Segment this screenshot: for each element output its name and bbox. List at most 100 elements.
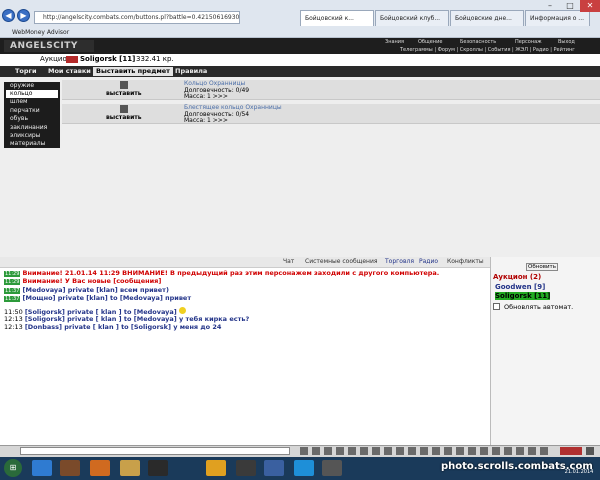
menu-knowledge[interactable]: Знания [385, 38, 404, 46]
refresh-button[interactable]: Обновить [526, 263, 558, 271]
app2-icon[interactable] [264, 460, 284, 476]
toolbar-icon[interactable] [432, 447, 440, 455]
category-boots[interactable]: обувь [6, 115, 58, 123]
close-icon[interactable]: ✕ [580, 0, 600, 12]
toolbar-icon[interactable] [492, 447, 500, 455]
chat-text: [Medovaya] private [klan] всем привет) [22, 286, 169, 294]
toolbar-icon[interactable] [372, 447, 380, 455]
menu-exit[interactable]: Выход [558, 38, 575, 46]
address-bar[interactable]: http://angelscity.combats.com/buttons.pl… [34, 11, 240, 24]
menu-icon[interactable] [586, 447, 594, 455]
clan-icon [66, 56, 78, 63]
chat-line: 11:29 Внимание! 21.01.14 11:29 ВНИМАНИЕ!… [4, 269, 439, 277]
exit-icon[interactable] [560, 447, 582, 455]
chat-tab-system[interactable]: Системные сообщения [302, 258, 380, 266]
menu-security[interactable]: Безопасность [460, 38, 496, 46]
toolbar-icon[interactable] [324, 447, 332, 455]
toolbar-icon[interactable] [360, 447, 368, 455]
favorites-bar[interactable]: WebMoney Advisor [0, 27, 600, 38]
category-weapon[interactable]: оружие [6, 82, 58, 90]
put-item-button[interactable]: выставить [106, 114, 142, 121]
chat-time: 12:13 [4, 315, 23, 323]
toolbar-icon[interactable] [312, 447, 320, 455]
media-icon[interactable] [60, 460, 80, 476]
category-helmet[interactable]: шлем [6, 98, 58, 106]
toolbar-icon[interactable] [504, 447, 512, 455]
secondary-menu[interactable]: Телеграммы | Форум | Скроллы | События |… [400, 46, 575, 54]
item-name[interactable]: Кольцо Охранницы [184, 80, 245, 87]
toolbar-icon[interactable] [384, 447, 392, 455]
tab-rules[interactable]: Правила [172, 67, 210, 76]
chat-line: 11:37 [Мощно] private [klan] to [Medovay… [4, 294, 191, 302]
chat-tab-chat[interactable]: Чат [280, 258, 297, 266]
browser-tab-2[interactable]: Бойцовский клуб... [375, 10, 449, 26]
chat-input[interactable] [20, 447, 290, 455]
toolbar-icon[interactable] [456, 447, 464, 455]
start-icon[interactable]: ⊞ [4, 459, 22, 477]
auto-refresh-checkbox[interactable] [493, 303, 500, 310]
chat-text: Внимание! У Вас новые [сообщения] [22, 277, 162, 285]
taskbar-date: 21.01.2014 [564, 469, 594, 475]
player-entry[interactable]: Goodwen [9] [495, 283, 545, 291]
tab-trading[interactable]: Торги [12, 67, 40, 76]
maximize-icon[interactable]: □ [560, 0, 580, 12]
toolbar-icon[interactable] [516, 447, 524, 455]
taskbar-clock: 21.01.2014 [560, 459, 598, 477]
browser-tab-4[interactable]: Информация о ... [525, 10, 590, 26]
toolbar-icon[interactable] [528, 447, 536, 455]
player-money: 332.41 кр. [136, 55, 174, 63]
app3-icon[interactable] [322, 460, 342, 476]
chat-tabs: Чат Системные сообщения Торговля Радио К… [0, 257, 490, 267]
folder-icon[interactable] [120, 460, 140, 476]
toolbar-icon[interactable] [300, 447, 308, 455]
chat-text: [Soligorsk] private [ klan ] to [Medovay… [24, 315, 250, 323]
ie-icon[interactable] [32, 460, 52, 476]
back-icon[interactable]: ◀ [2, 9, 15, 22]
smiley-icon [178, 307, 186, 314]
tab-my-bids[interactable]: Мои ставки [45, 67, 94, 76]
cf-icon[interactable] [236, 460, 256, 476]
app-icon[interactable] [206, 460, 226, 476]
firefox-icon[interactable] [90, 460, 110, 476]
chat-text: [Donbass] private [ klan ] to [Soligorsk… [24, 323, 222, 331]
category-spells[interactable]: заклинания [6, 124, 58, 132]
toolbar-icon[interactable] [480, 447, 488, 455]
item-icon [120, 81, 128, 89]
chat-line: 11:37 [Medovaya] private [klan] всем при… [4, 286, 169, 294]
chat-time: 11:37 [4, 296, 21, 302]
toolbar-icon[interactable] [348, 447, 356, 455]
item-row: выставить Кольцо Охранницы Долговечность… [62, 80, 600, 100]
chat-tab-radio[interactable]: Радио [416, 258, 441, 266]
toolbar-icon[interactable] [540, 447, 548, 455]
item-name[interactable]: Блестящее кольцо Охранницы [184, 104, 282, 111]
item-mass: Масса: 1 >>> [184, 117, 228, 124]
category-gloves[interactable]: перчатки [6, 107, 58, 115]
category-materials[interactable]: материалы [6, 140, 58, 148]
player-name[interactable]: Soligorsk [11] [80, 55, 135, 63]
nav-buttons: ◀ ▶ [2, 9, 32, 23]
batman-icon[interactable] [148, 460, 168, 476]
chat-time: 12:13 [4, 323, 23, 331]
category-elixirs[interactable]: эликсиры [6, 132, 58, 140]
browser-tab-3[interactable]: Бойцовские дне... [450, 10, 524, 26]
put-item-button[interactable]: выставить [106, 90, 142, 97]
player-entry[interactable]: Soligorsk [11] [495, 292, 551, 300]
browser-tab-1[interactable]: Бойцовский к... [300, 10, 374, 26]
category-ring[interactable]: кольцо [6, 90, 58, 98]
chat-text: Внимание! 21.01.14 11:29 ВНИМАНИЕ! В пре… [22, 269, 440, 277]
toolbar-icon[interactable] [336, 447, 344, 455]
chat-tab-conflicts[interactable]: Конфликты [444, 258, 487, 266]
chat-tab-trade[interactable]: Торговля [382, 258, 417, 266]
skype-icon[interactable] [294, 460, 314, 476]
toolbar-icon[interactable] [396, 447, 404, 455]
toolbar-icon[interactable] [408, 447, 416, 455]
toolbar-icon[interactable] [420, 447, 428, 455]
toolbar-icon[interactable] [468, 447, 476, 455]
toolbar-icon[interactable] [444, 447, 452, 455]
menu-chat[interactable]: Общение [418, 38, 442, 46]
forward-icon[interactable]: ▶ [17, 9, 30, 22]
chat-text: [Мощно] private [klan] to [Medovaya] при… [22, 294, 192, 302]
minimize-icon[interactable]: – [540, 0, 560, 12]
menu-character[interactable]: Персонаж [515, 38, 542, 46]
tab-put-item[interactable]: Выставить предмет [93, 67, 173, 76]
